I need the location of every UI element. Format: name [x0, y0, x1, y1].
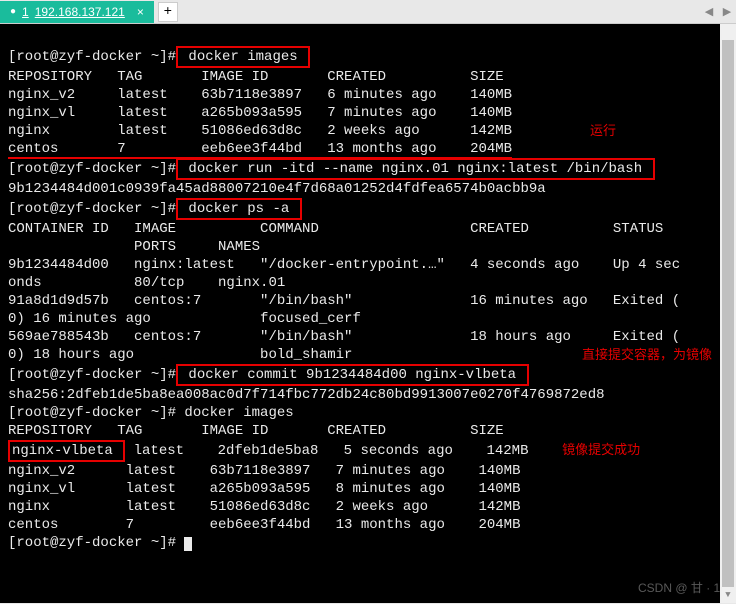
- tab-scroll-arrows: ◀ ▶: [700, 1, 736, 23]
- cursor: [184, 537, 192, 551]
- tab-status-dot: ●: [10, 6, 16, 17]
- ps-row: 0) 16 minutes ago focused_cerf: [8, 311, 361, 327]
- scrollbar-down-icon[interactable]: ▼: [720, 587, 736, 603]
- scroll-right-icon[interactable]: ▶: [718, 1, 736, 23]
- images-row-new: nginx-vlbeta: [8, 440, 125, 462]
- tab-bar: ● 1 192.168.137.121 × + ◀ ▶: [0, 0, 736, 24]
- run-output: 9b1234484d001c0939fa45ad88007210e4f7d68a…: [8, 181, 546, 197]
- cmd-docker-images: docker images: [176, 46, 310, 68]
- cmd-docker-commit: docker commit 9b1234484d00 nginx-vlbeta: [176, 364, 528, 386]
- prompt: [root@zyf-docker ~]#: [8, 161, 176, 177]
- close-icon[interactable]: ×: [137, 5, 144, 19]
- annotation-run: 运行: [590, 122, 616, 140]
- annotation-success: 镜像提交成功: [562, 442, 640, 457]
- tab-title: 192.168.137.121: [35, 5, 125, 19]
- images-header: REPOSITORY TAG IMAGE ID CREATED SIZE: [8, 423, 504, 439]
- images-row: centos 7 eeb6ee3f44bd 13 months ago 204M…: [8, 141, 512, 159]
- scrollbar[interactable]: ▲ ▼: [720, 24, 736, 603]
- add-tab-button[interactable]: +: [158, 2, 178, 22]
- images-row-rest: latest 2dfeb1de5ba8 5 seconds ago 142MB: [125, 443, 528, 459]
- ps-row: 569ae788543b centos:7 "/bin/bash" 18 hou…: [8, 329, 680, 345]
- ps-row: 91a8d1d9d57b centos:7 "/bin/bash" 16 min…: [8, 293, 680, 309]
- tab-number: 1: [22, 5, 29, 19]
- ps-row: onds 80/tcp nginx.01: [8, 275, 285, 291]
- scrollbar-thumb[interactable]: [722, 40, 734, 587]
- ps-row: 0) 18 hours ago bold_shamir: [8, 347, 352, 363]
- images-row: nginx_vl latest a265b093a595 8 minutes a…: [8, 481, 520, 497]
- commit-output: sha256:2dfeb1de5ba8ea008ac0d7f714fbc772d…: [8, 387, 605, 403]
- images-row: nginx latest 51086ed63d8c 2 weeks ago 14…: [8, 123, 512, 139]
- cmd-docker-images2: docker images: [176, 405, 294, 421]
- cmd-docker-run: docker run -itd --name nginx.01 nginx:la…: [176, 158, 654, 180]
- images-header: REPOSITORY TAG IMAGE ID CREATED SIZE: [8, 69, 504, 85]
- prompt: [root@zyf-docker ~]#: [8, 405, 176, 421]
- watermark: CSDN @ 甘 · 11: [638, 579, 726, 597]
- images-row: nginx_v2 latest 63b7118e3897 7 minutes a…: [8, 463, 520, 479]
- cmd-docker-ps: docker ps -a: [176, 198, 302, 220]
- images-row: centos 7 eeb6ee3f44bd 13 months ago 204M…: [8, 517, 520, 533]
- ps-header: PORTS NAMES: [8, 239, 260, 255]
- annotation-commit: 直接提交容器，为镜像: [582, 346, 712, 364]
- prompt: [root@zyf-docker ~]#: [8, 535, 176, 551]
- images-row: nginx latest 51086ed63d8c 2 weeks ago 14…: [8, 499, 520, 515]
- prompt: [root@zyf-docker ~]#: [8, 49, 176, 65]
- active-tab[interactable]: ● 1 192.168.137.121 ×: [0, 1, 154, 23]
- ps-header: CONTAINER ID IMAGE COMMAND CREATED STATU…: [8, 221, 663, 237]
- images-row: nginx_vl latest a265b093a595 7 minutes a…: [8, 105, 512, 121]
- prompt: [root@zyf-docker ~]#: [8, 201, 176, 217]
- scroll-left-icon[interactable]: ◀: [700, 1, 718, 23]
- ps-row: 9b1234484d00 nginx:latest "/docker-entry…: [8, 257, 680, 273]
- terminal-output[interactable]: [root@zyf-docker ~]# docker images REPOS…: [0, 24, 736, 603]
- images-row: nginx_v2 latest 63b7118e3897 6 minutes a…: [8, 87, 512, 103]
- prompt: [root@zyf-docker ~]#: [8, 367, 176, 383]
